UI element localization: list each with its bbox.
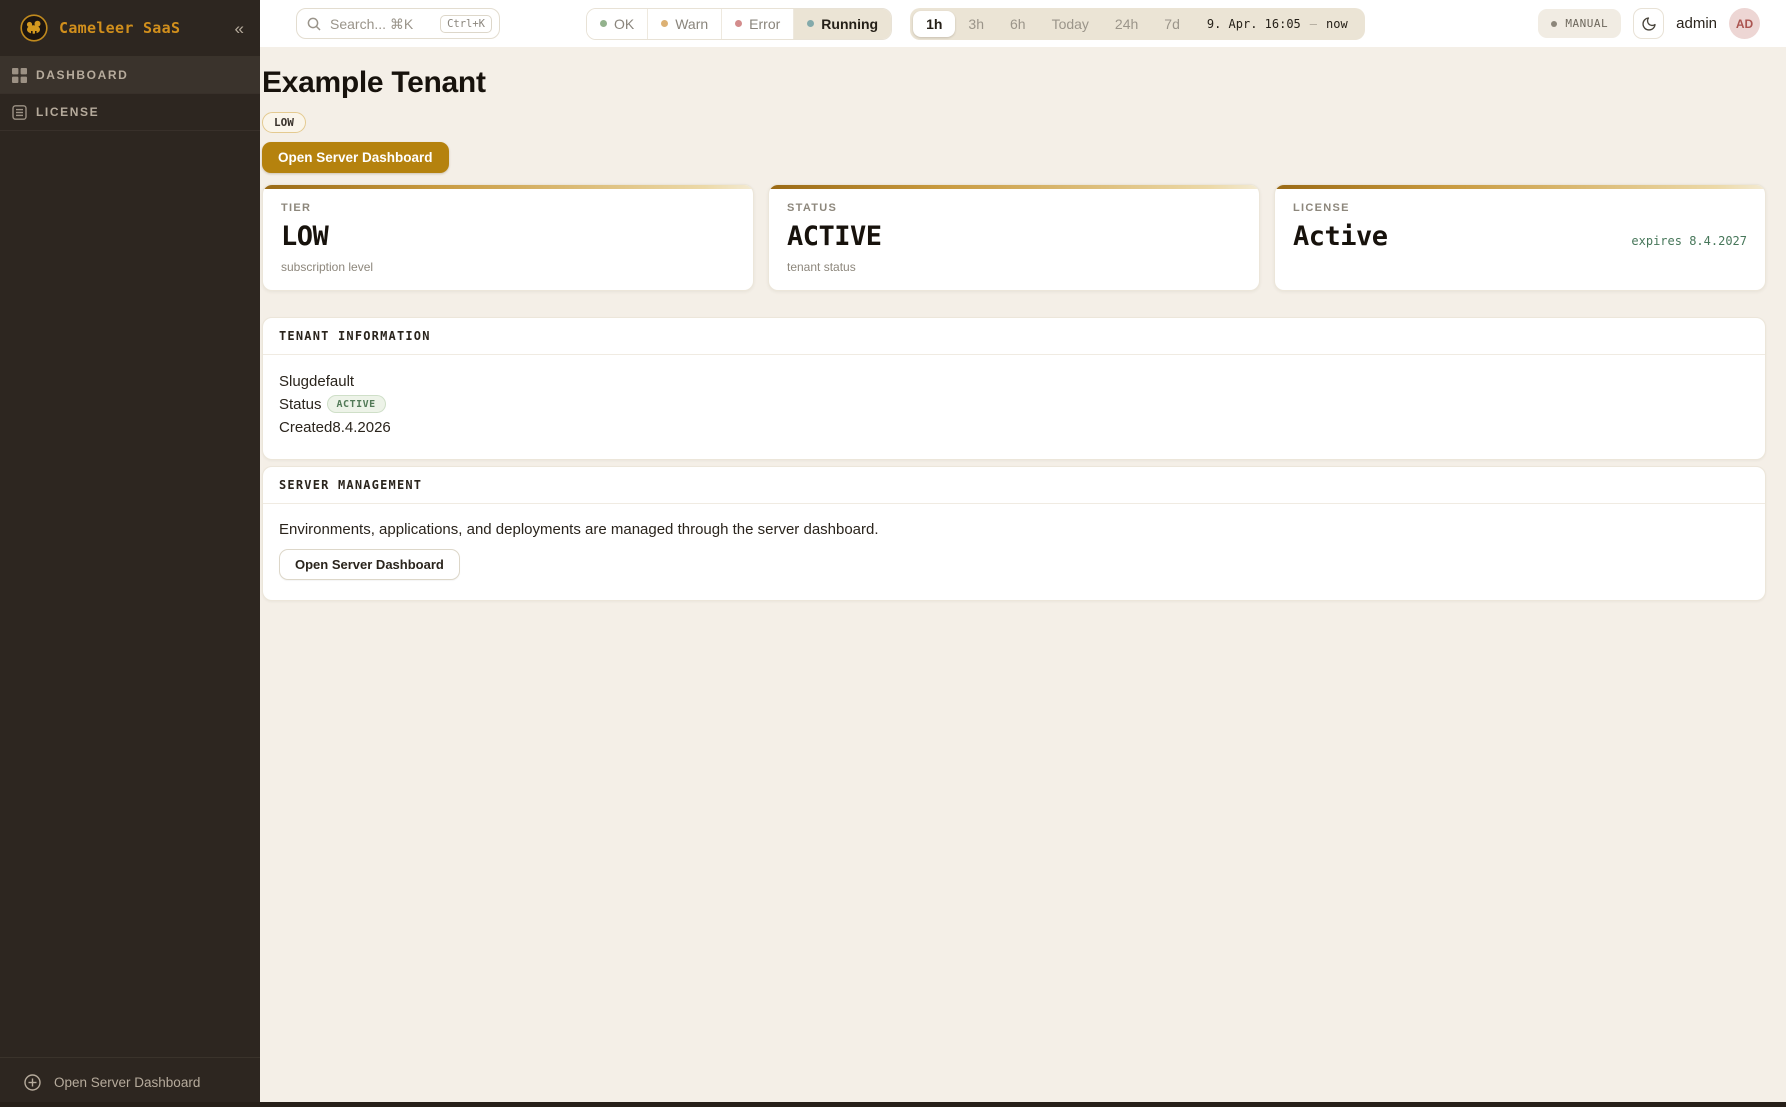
date-range-to: now: [1326, 17, 1348, 31]
sidebar-item-license[interactable]: LICENSE: [0, 94, 260, 131]
sidebar-item-label: DASHBOARD: [36, 68, 128, 82]
info-label: Slug: [279, 373, 309, 390]
panel-header: SERVER MANAGEMENT: [263, 467, 1765, 504]
main-column: Ctrl+K OK Warn Error Running 1h 3h 6: [260, 0, 1786, 1107]
date-range-display[interactable]: 9. Apr. 16:05 — now: [1193, 17, 1362, 31]
sidebar-footer-open-dashboard[interactable]: Open Server Dashboard: [0, 1057, 260, 1107]
tier-card: TIER LOW subscription level: [262, 184, 754, 291]
card-caption: tenant status: [787, 260, 1241, 274]
filter-label: OK: [614, 16, 634, 32]
search-shortcut-badge: Ctrl+K: [440, 15, 492, 33]
card-value: Active: [1293, 221, 1388, 252]
sidebar-item-label: LICENSE: [36, 105, 99, 119]
user-name: admin: [1676, 15, 1717, 32]
open-server-dashboard-secondary-button[interactable]: Open Server Dashboard: [279, 549, 460, 580]
info-row-slug: Slugdefault: [279, 370, 1749, 392]
brand-logo-icon: [20, 14, 48, 42]
manual-dot-icon: [1551, 21, 1557, 27]
filter-error[interactable]: Error: [722, 9, 794, 39]
info-row-status: Status ACTIVE: [279, 393, 1749, 415]
sidebar-footer-label: Open Server Dashboard: [54, 1075, 200, 1090]
open-server-dashboard-button[interactable]: Open Server Dashboard: [262, 142, 449, 173]
license-icon: [12, 105, 27, 120]
topbar-right-cluster: MANUAL admin AD: [1538, 8, 1760, 39]
card-label: TIER: [281, 202, 735, 214]
info-label: Created: [279, 419, 332, 436]
sidebar: Cameleer SaaS « DASHBOARD: [0, 0, 260, 1107]
server-management-panel: SERVER MANAGEMENT Environments, applicat…: [262, 466, 1766, 601]
info-value: default: [309, 373, 354, 390]
status-card: STATUS ACTIVE tenant status: [768, 184, 1260, 291]
date-range-separator: —: [1310, 17, 1317, 31]
info-value: 8.4.2026: [332, 419, 390, 436]
time-range-7d[interactable]: 7d: [1151, 11, 1193, 37]
card-value: ACTIVE: [787, 221, 882, 252]
moon-icon: [1641, 16, 1657, 32]
time-range-group: 1h 3h 6h Today 24h 7d 9. Apr. 16:05 — no…: [910, 8, 1365, 40]
time-range-today[interactable]: Today: [1039, 11, 1102, 37]
status-filter-group: OK Warn Error Running: [586, 8, 892, 40]
search-icon: [307, 17, 321, 31]
time-range-3h[interactable]: 3h: [955, 11, 997, 37]
brand-name: Cameleer SaaS: [59, 19, 180, 37]
content-area: Example Tenant LOW Open Server Dashboard…: [260, 47, 1786, 1107]
license-card: LICENSE Active expires 8.4.2027: [1274, 184, 1766, 291]
filter-warn[interactable]: Warn: [648, 9, 722, 39]
time-range-1h[interactable]: 1h: [913, 11, 955, 37]
topbar: Ctrl+K OK Warn Error Running 1h 3h 6: [260, 0, 1786, 47]
status-badge: ACTIVE: [327, 395, 386, 413]
date-range-from: 9. Apr. 16:05: [1207, 17, 1301, 31]
filter-running[interactable]: Running: [794, 9, 891, 39]
filter-label: Running: [821, 16, 878, 32]
tenant-information-panel: TENANT INFORMATION Slugdefault Status ACT…: [262, 317, 1766, 460]
manual-mode-button[interactable]: MANUAL: [1538, 9, 1621, 38]
sidebar-header: Cameleer SaaS «: [0, 0, 260, 57]
plus-circle-icon: [24, 1074, 41, 1091]
card-label: LICENSE: [1293, 202, 1747, 214]
card-value: LOW: [281, 221, 328, 252]
grid-icon: [12, 68, 27, 83]
time-range-6h[interactable]: 6h: [997, 11, 1039, 37]
sidebar-item-dashboard[interactable]: DASHBOARD: [0, 57, 260, 94]
filter-label: Error: [749, 16, 780, 32]
filter-label: Warn: [675, 16, 708, 32]
user-avatar[interactable]: AD: [1729, 8, 1760, 39]
manual-label: MANUAL: [1565, 17, 1608, 30]
tier-badge: LOW: [262, 112, 306, 133]
server-management-text: Environments, applications, and deployme…: [279, 521, 1749, 538]
filter-ok[interactable]: OK: [587, 9, 648, 39]
warn-dot-icon: [661, 20, 668, 27]
card-caption: subscription level: [281, 260, 735, 274]
info-label: Status: [279, 396, 322, 413]
running-dot-icon: [807, 20, 814, 27]
search-input[interactable]: [328, 15, 433, 33]
sidebar-nav: DASHBOARD LICENSE: [0, 57, 260, 131]
panel-header: TENANT INFORMATION: [263, 318, 1765, 355]
card-label: STATUS: [787, 202, 1241, 214]
ok-dot-icon: [600, 20, 607, 27]
error-dot-icon: [735, 20, 742, 27]
theme-toggle-button[interactable]: [1633, 8, 1664, 39]
info-row-created: Created8.4.2026: [279, 416, 1749, 438]
time-range-24h[interactable]: 24h: [1102, 11, 1151, 37]
sidebar-collapse-icon[interactable]: «: [235, 20, 244, 37]
search-box[interactable]: Ctrl+K: [296, 8, 500, 39]
summary-cards: TIER LOW subscription level STATUS ACTIV…: [262, 184, 1766, 291]
window-bottom-edge: [0, 1102, 1786, 1107]
license-expiry-note: expires 8.4.2027: [1631, 234, 1747, 248]
page-title: Example Tenant: [262, 66, 1766, 100]
